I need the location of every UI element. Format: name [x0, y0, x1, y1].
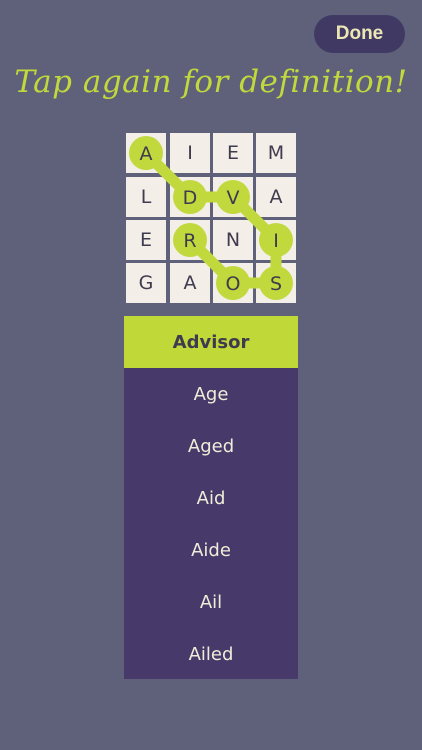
grid-cell[interactable]: R [170, 220, 210, 260]
grid-cell[interactable]: A [256, 177, 296, 217]
grid-cell[interactable]: E [213, 133, 253, 173]
grid-cell[interactable]: O [213, 263, 253, 303]
word-list-item[interactable]: Aged [124, 420, 298, 472]
done-button[interactable]: Done [314, 15, 405, 53]
grid-cell[interactable]: N [213, 220, 253, 260]
grid-cell[interactable]: A [126, 133, 166, 173]
word-list-item[interactable]: Aid [124, 472, 298, 524]
definition-hint: Tap again for definition! [14, 64, 408, 100]
grid-cell[interactable]: I [170, 133, 210, 173]
grid-cell[interactable]: V [213, 177, 253, 217]
word-list-item[interactable]: Ail [124, 576, 298, 628]
word-list-item[interactable]: Aide [124, 524, 298, 576]
grid-cell[interactable]: S [256, 263, 296, 303]
grid-cell[interactable]: I [256, 220, 296, 260]
grid-cell[interactable]: E [126, 220, 166, 260]
word-list-item[interactable]: Age [124, 368, 298, 420]
grid-cell[interactable]: M [256, 133, 296, 173]
selected-word[interactable]: Advisor [124, 316, 298, 368]
grid-cell[interactable]: D [170, 177, 210, 217]
letter-grid: A I E M L D V A E R N I G A O S [124, 131, 298, 305]
word-list-item[interactable]: Ailed [124, 628, 298, 680]
grid-cell[interactable]: A [170, 263, 210, 303]
grid-cell[interactable]: G [126, 263, 166, 303]
grid-cell[interactable]: L [126, 177, 166, 217]
word-list: Advisor Age Aged Aid Aide Ail Ailed [124, 316, 298, 679]
